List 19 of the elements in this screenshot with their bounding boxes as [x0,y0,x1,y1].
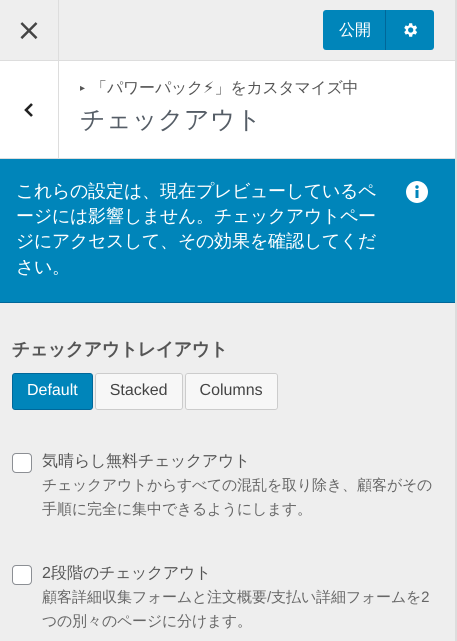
breadcrumb: 「パワーパック⚡」をカスタマイズ中 [91,78,358,99]
option-label: 気晴らし無料チェックアウト [42,452,251,472]
panel-title: チェックアウト [80,105,263,136]
checkbox[interactable] [12,452,32,473]
close-button[interactable]: × [0,0,59,60]
option-description: チェックアウトからすべての混乱を取り除き、顧客がその手順に完全に集中できるようにします。 [42,476,433,520]
checkbox[interactable] [12,564,32,585]
info-icon [406,181,428,203]
layout-option[interactable]: Columns [184,372,278,410]
option-label: 2段階のチェックアウト [42,564,212,584]
back-icon [24,102,34,118]
section-title: チェックアウトレイアウト [12,338,229,361]
publish-button[interactable]: 公開 [323,10,386,50]
layout-option[interactable]: Default [12,372,93,410]
notice-text: これらの設定は、現在プレビューしているページには影響しません。チェックアウトページにアクセスして、その効果を確認してください。 [16,180,376,279]
settings-button[interactable] [386,10,434,50]
option-description: 顧客詳細収集フォームと注文概要/支払い詳細フォームを2つの別々のページに分けます。 [42,588,431,632]
layout-option[interactable]: Stacked [94,372,183,410]
breadcrumb-marker: ▸ [80,83,86,94]
